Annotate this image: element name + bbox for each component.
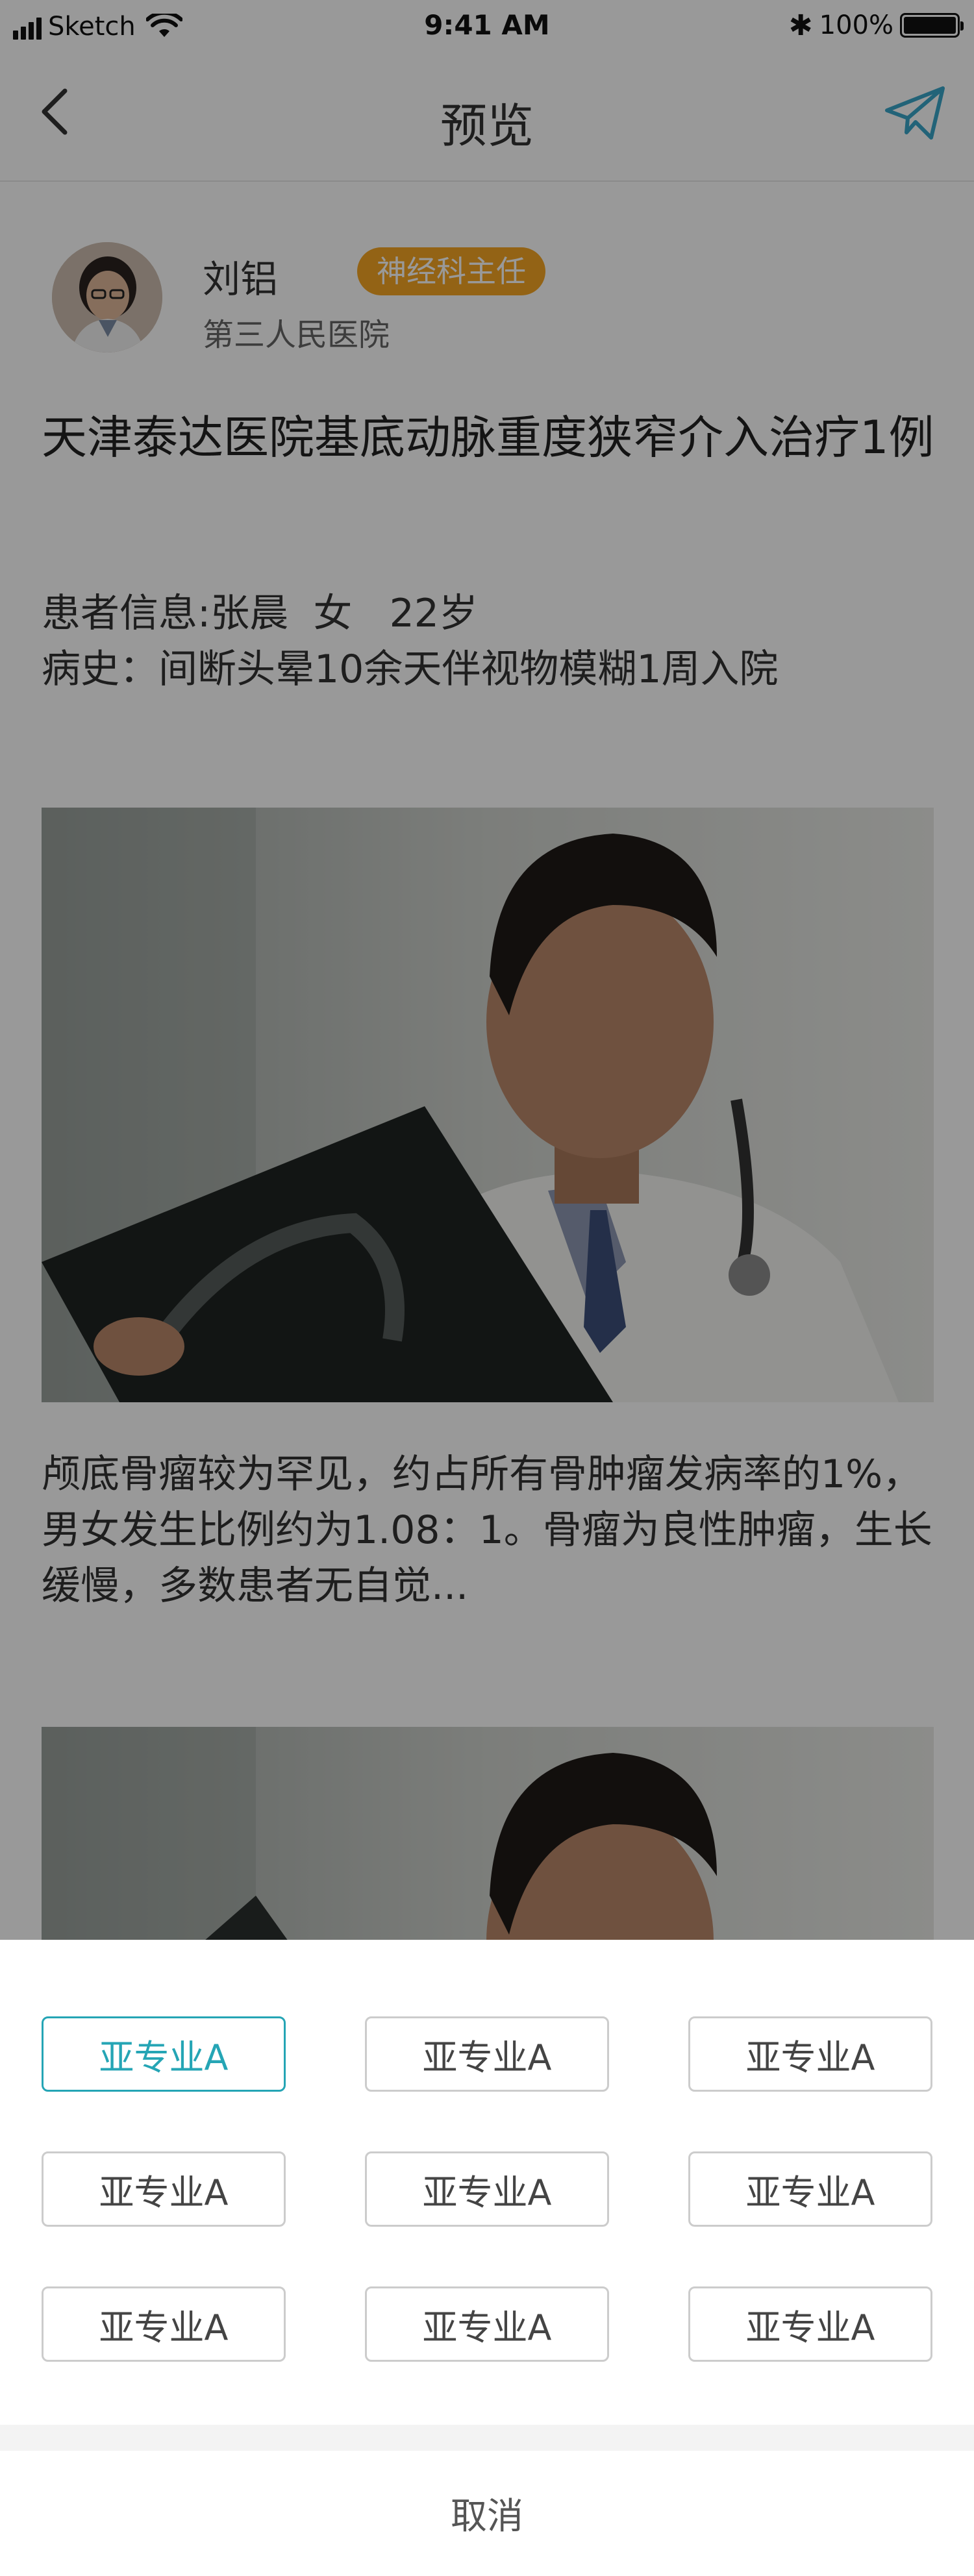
- subspecialty-option[interactable]: 亚专业A: [365, 2286, 609, 2362]
- subspecialty-option[interactable]: 亚专业A: [688, 2286, 932, 2362]
- subspecialty-option[interactable]: 亚专业A: [688, 2151, 932, 2227]
- modal-overlay[interactable]: [0, 0, 974, 1941]
- subspecialty-option[interactable]: 亚专业A: [688, 2016, 932, 2092]
- subspecialty-option[interactable]: 亚专业A: [365, 2151, 609, 2227]
- subspecialty-options: 亚专业A 亚专业A 亚专业A 亚专业A 亚专业A 亚专业A 亚专业A 亚专业A …: [42, 2016, 932, 2362]
- subspecialty-picker-sheet: 亚专业A 亚专业A 亚专业A 亚专业A 亚专业A 亚专业A 亚专业A 亚专业A …: [0, 1940, 974, 2576]
- subspecialty-option[interactable]: 亚专业A: [365, 2016, 609, 2092]
- cancel-button[interactable]: 取消: [0, 2451, 974, 2576]
- sheet-divider: [0, 2425, 974, 2451]
- subspecialty-option[interactable]: 亚专业A: [42, 2016, 286, 2092]
- subspecialty-option[interactable]: 亚专业A: [42, 2151, 286, 2227]
- subspecialty-option[interactable]: 亚专业A: [42, 2286, 286, 2362]
